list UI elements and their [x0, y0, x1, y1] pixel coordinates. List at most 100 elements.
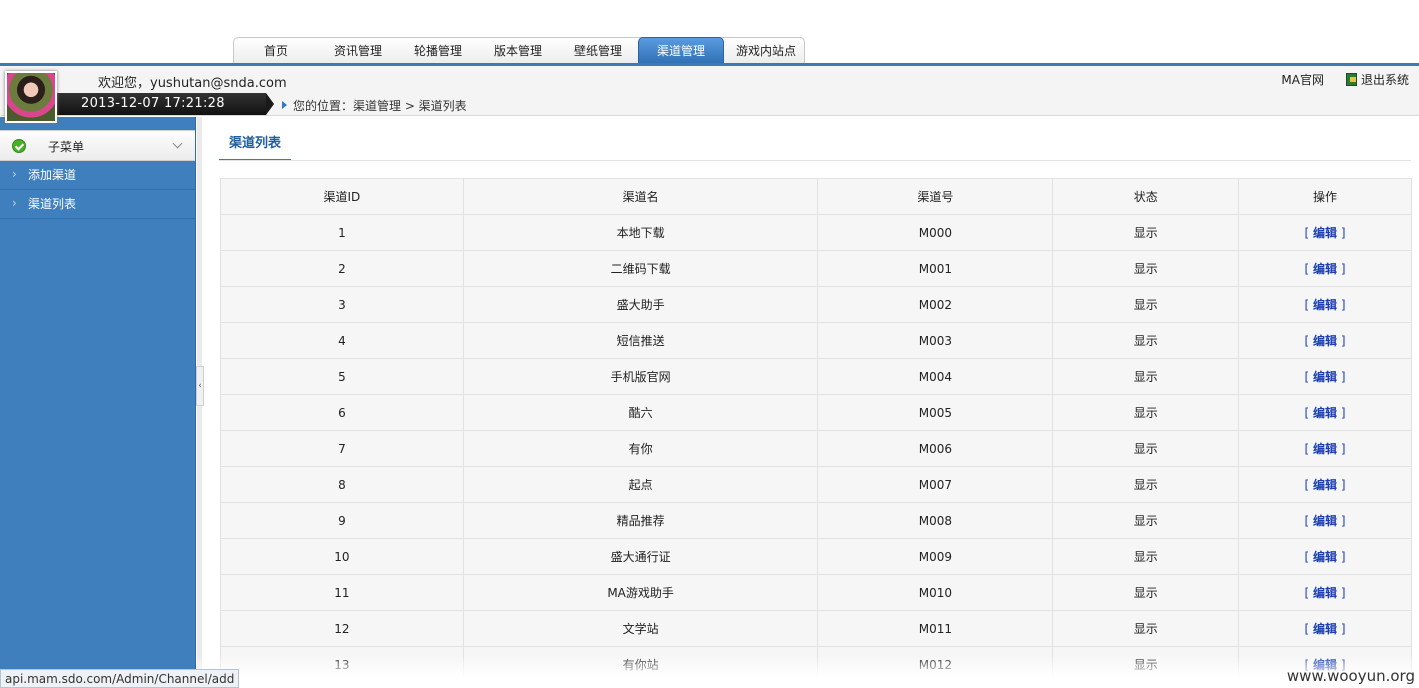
cell-code: M003	[817, 322, 1054, 359]
cell-actions: [ 编辑 ]	[1238, 394, 1412, 431]
cell-status: 显示	[1052, 538, 1240, 575]
cell-actions: [ 编辑 ]	[1238, 322, 1412, 359]
edit-link[interactable]: 编辑	[1313, 334, 1337, 348]
edit-link[interactable]: 编辑	[1313, 226, 1337, 240]
column-header: 状态	[1052, 178, 1240, 215]
edit-link[interactable]: 编辑	[1313, 622, 1337, 636]
arrow-right-icon	[282, 101, 287, 109]
chevron-down-icon	[172, 138, 183, 149]
cell-name: 盛大通行证	[462, 538, 819, 575]
tab-news[interactable]: 资讯管理	[318, 38, 398, 64]
cell-actions: [ 编辑 ]	[1238, 214, 1412, 251]
page: 首页 资讯管理 轮播管理 版本管理 壁纸管理 渠道管理 游戏内站点 欢迎您，yu…	[0, 0, 1419, 688]
edit-link[interactable]: 编辑	[1313, 262, 1337, 276]
table-row: 12 文学站 M011 显示[ 编辑 ]	[220, 610, 1412, 647]
tab-channel[interactable]: 渠道管理	[638, 37, 724, 65]
cell-id: 5	[220, 358, 464, 395]
datetime-display: 2013-12-07 17:21:28	[57, 93, 274, 115]
submenu-header[interactable]: 子菜单	[0, 130, 195, 161]
cell-name: 短信推送	[462, 322, 819, 359]
breadcrumb: 您的位置：渠道管理 > 渠道列表	[282, 97, 467, 114]
cell-id: 1	[220, 214, 464, 251]
submenu-title: 子菜单	[48, 140, 85, 154]
edit-link[interactable]: 编辑	[1313, 298, 1337, 312]
cell-status: 显示	[1052, 610, 1240, 647]
cell-code: M009	[817, 538, 1054, 575]
edit-link[interactable]: 编辑	[1313, 586, 1337, 600]
cell-code: M001	[817, 250, 1054, 287]
cell-actions: [ 编辑 ]	[1238, 610, 1412, 647]
cell-name: 本地下载	[462, 214, 819, 251]
cell-id: 11	[220, 574, 464, 611]
table-row: 1 本地下载 M000 显示[ 编辑 ]	[220, 214, 1412, 251]
cell-status: 显示	[1052, 214, 1240, 251]
cell-id: 7	[220, 430, 464, 467]
check-icon	[12, 139, 26, 153]
cell-id: 10	[220, 538, 464, 575]
tab-divider	[219, 160, 1411, 161]
top-bar: 首页 资讯管理 轮播管理 版本管理 壁纸管理 渠道管理 游戏内站点	[0, 0, 1419, 66]
sidebar: 子菜单 添加渠道 渠道列表	[0, 117, 196, 688]
column-header: 渠道名	[462, 178, 819, 215]
cell-actions: [ 编辑 ]	[1238, 466, 1412, 503]
cell-actions: [ 编辑 ]	[1238, 538, 1412, 575]
table-row: 11 MA游戏助手 M010 显示[ 编辑 ]	[220, 574, 1412, 611]
cell-status: 显示	[1052, 250, 1240, 287]
tab-carousel[interactable]: 轮播管理	[398, 38, 478, 64]
cell-code: M000	[817, 214, 1054, 251]
cell-id: 2	[220, 250, 464, 287]
table-row: 8 起点 M007 显示[ 编辑 ]	[220, 466, 1412, 503]
cell-name: 有你	[462, 430, 819, 467]
watermark: www.wooyun.org	[1286, 667, 1415, 685]
edit-link[interactable]: 编辑	[1313, 478, 1337, 492]
cell-id: 4	[220, 322, 464, 359]
cell-status: 显示	[1052, 322, 1240, 359]
top-links: MA官网 退出系统	[1281, 71, 1409, 88]
edit-link[interactable]: 编辑	[1313, 514, 1337, 528]
edit-link[interactable]: 编辑	[1313, 442, 1337, 456]
cell-code: M006	[817, 430, 1054, 467]
main-nav: 首页 资讯管理 轮播管理 版本管理 壁纸管理 渠道管理 游戏内站点	[233, 37, 805, 65]
tab-home[interactable]: 首页	[234, 38, 318, 64]
cell-code: M010	[817, 574, 1054, 611]
table-row: 5 手机版官网 M004 显示[ 编辑 ]	[220, 358, 1412, 395]
cell-status: 显示	[1052, 502, 1240, 539]
column-header: 渠道ID	[220, 178, 464, 215]
cell-code: M011	[817, 610, 1054, 647]
tab-version[interactable]: 版本管理	[478, 38, 558, 64]
cell-id: 12	[220, 610, 464, 647]
logout-link[interactable]: 退出系统	[1345, 71, 1409, 88]
cell-name: 精品推荐	[462, 502, 819, 539]
table-row: 7 有你 M006 显示[ 编辑 ]	[220, 430, 1412, 467]
cell-name: 文学站	[462, 610, 819, 647]
collapse-sidebar-handle[interactable]: ‹	[196, 366, 204, 406]
avatar	[5, 71, 57, 123]
cell-actions: [ 编辑 ]	[1238, 430, 1412, 467]
cell-id: 3	[220, 286, 464, 323]
tab-game-sites[interactable]: 游戏内站点	[724, 38, 804, 64]
cell-status: 显示	[1052, 358, 1240, 395]
cell-code: M007	[817, 466, 1054, 503]
table-row: 3 盛大助手 M002 显示[ 编辑 ]	[220, 286, 1412, 323]
table-row: 10 盛大通行证 M009 显示[ 编辑 ]	[220, 538, 1412, 575]
breadcrumb-text: 您的位置：渠道管理 > 渠道列表	[293, 99, 467, 113]
sidebar-item-channel-list[interactable]: 渠道列表	[0, 189, 195, 219]
cell-name: 盛大助手	[462, 286, 819, 323]
cell-status: 显示	[1052, 430, 1240, 467]
cell-id: 8	[220, 466, 464, 503]
cell-name: 手机版官网	[462, 358, 819, 395]
cell-actions: [ 编辑 ]	[1238, 502, 1412, 539]
edit-link[interactable]: 编辑	[1313, 406, 1337, 420]
tab-wallpaper[interactable]: 壁纸管理	[558, 38, 638, 64]
sidebar-item-add-channel[interactable]: 添加渠道	[0, 160, 195, 190]
tab-channel-list[interactable]: 渠道列表	[219, 131, 291, 161]
cell-status: 显示	[1052, 466, 1240, 503]
ma-official-link[interactable]: MA官网	[1281, 71, 1324, 88]
cell-name: 二维码下载	[462, 250, 819, 287]
cell-actions: [ 编辑 ]	[1238, 358, 1412, 395]
cell-status: 显示	[1052, 574, 1240, 611]
column-header: 操作	[1238, 178, 1412, 215]
table-row: 6 酷六 M005 显示[ 编辑 ]	[220, 394, 1412, 431]
edit-link[interactable]: 编辑	[1313, 370, 1337, 384]
edit-link[interactable]: 编辑	[1313, 550, 1337, 564]
